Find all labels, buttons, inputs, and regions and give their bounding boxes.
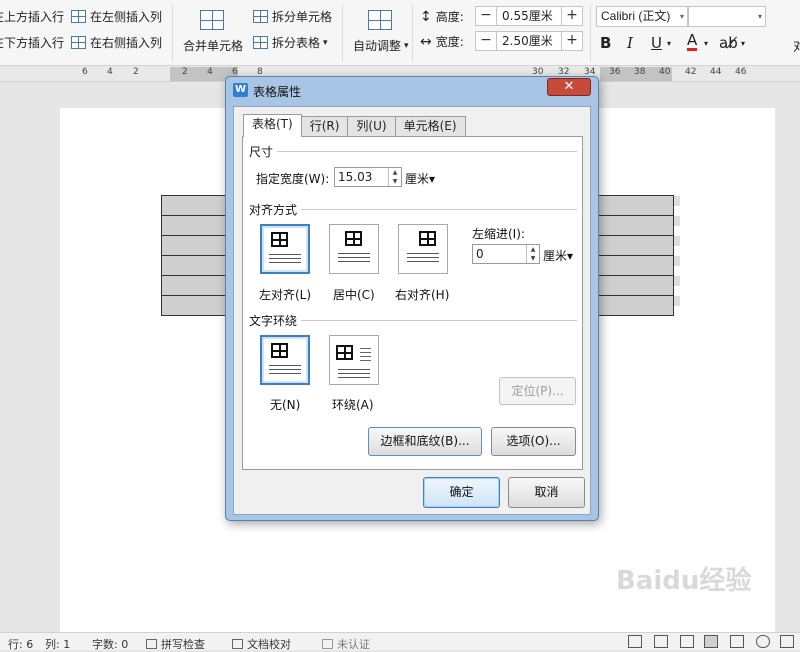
position-button[interactable]: 定位(P)...	[499, 377, 576, 405]
width-label: 指定宽度(W):	[256, 172, 330, 186]
row-height-stepper[interactable]: − 0.55厘米 +	[475, 6, 583, 26]
close-button[interactable]: ✕	[547, 78, 591, 96]
dialog-title: 表格属性	[253, 85, 302, 99]
merge-cells-icon	[200, 10, 224, 30]
dialog-titlebar[interactable]: W 表格属性 ✕	[226, 77, 598, 103]
tab-column[interactable]: 列(U)	[347, 116, 396, 137]
row-end-markers	[674, 196, 680, 306]
align-left-option[interactable]	[260, 224, 310, 274]
align-left-label: 左对齐(L)	[259, 288, 312, 302]
align-center-label: 居中(C)	[333, 288, 375, 302]
row-height-value[interactable]: 0.55厘米	[496, 7, 562, 25]
insert-col-left-button[interactable]: 在左侧插入列	[71, 8, 162, 25]
table-width-input[interactable]: 15.03 ▲ ▼	[334, 167, 402, 187]
pen-icon[interactable]	[680, 635, 694, 648]
font-color-button[interactable]: A	[687, 33, 698, 51]
watermark-logo: Baidu经验	[616, 566, 752, 596]
decrease-width-button[interactable]: −	[476, 32, 496, 50]
width-unit-select[interactable]: 厘米▾	[405, 170, 435, 187]
indent-spin-arrows[interactable]: ▲ ▼	[526, 245, 539, 263]
wrap-none-option[interactable]	[260, 335, 310, 385]
outline-view-icon[interactable]	[730, 635, 744, 648]
row-height-label: ↕ 高度:	[420, 8, 464, 25]
ok-button[interactable]: 确定	[423, 477, 500, 508]
web-view-icon[interactable]	[756, 635, 770, 648]
insert-col-right-button[interactable]: 在右侧插入列	[71, 34, 162, 51]
increase-width-button[interactable]: +	[562, 32, 582, 50]
tab-table[interactable]: 表格(T)	[243, 114, 302, 137]
ribbon-divider	[172, 4, 173, 62]
tab-bar: 表格(T) 行(R) 列(U) 单元格(E)	[243, 114, 466, 137]
decrease-height-button[interactable]: −	[476, 7, 496, 25]
cancel-button[interactable]: 取消	[508, 477, 585, 508]
insert-row-below-button[interactable]: 在下方插入行	[0, 34, 64, 51]
tab-row[interactable]: 行(R)	[300, 116, 349, 137]
shield-icon	[322, 639, 333, 649]
status-bar: 行: 6 列: 1 字数: 0 拼写检查 文档校对 未认证	[0, 632, 800, 651]
wrap-around-option[interactable]	[329, 335, 379, 385]
proofread-icon	[232, 639, 243, 649]
col-width-label: ↔ 宽度:	[420, 33, 464, 50]
insert-col-right-icon	[71, 36, 86, 49]
align-right-label: 右对齐(H)	[395, 288, 450, 302]
left-indent-input[interactable]: 0 ▲ ▼	[472, 244, 540, 264]
wps-app-icon: W	[233, 83, 248, 97]
split-table-icon	[253, 36, 268, 49]
italic-button[interactable]: I	[627, 34, 633, 52]
split-table-button[interactable]: 拆分表格 ▾	[253, 34, 328, 51]
col-width-value[interactable]: 2.50厘米	[496, 32, 562, 50]
indent-label: 左缩进(I):	[472, 227, 525, 241]
ribbon-toolbar: 在上方插入行 在下方插入行 在左侧插入列 在右侧插入列 合并单元格 拆分单元格 …	[0, 0, 800, 66]
fullscreen-icon[interactable]	[628, 635, 642, 648]
align-center-option[interactable]	[329, 224, 379, 274]
split-cells-icon	[253, 10, 268, 23]
auto-fit-icon	[368, 10, 392, 30]
page-view-icon[interactable]	[704, 635, 718, 648]
insert-col-left-icon	[71, 10, 86, 23]
reading-view-icon[interactable]	[654, 635, 668, 648]
underline-button[interactable]: U	[651, 34, 662, 52]
ribbon-divider	[590, 4, 591, 62]
text-wrap-group-label: 文字环绕	[249, 312, 302, 329]
options-button[interactable]: 选项(O)...	[491, 427, 576, 456]
table-properties-dialog: W 表格属性 ✕ 表格(T) 行(R) 列(U) 单元格(E) 尺寸 指定宽度(…	[225, 76, 599, 521]
bold-button[interactable]: B	[600, 34, 611, 52]
size-group-label: 尺寸	[249, 143, 278, 160]
ribbon-divider	[342, 4, 343, 62]
underline-dropdown-icon[interactable]: ▾	[667, 39, 671, 48]
width-spin-arrows[interactable]: ▲ ▼	[388, 168, 401, 186]
align-right-option[interactable]	[398, 224, 448, 274]
font-size-select[interactable]: ▾	[688, 6, 766, 27]
ribbon-divider	[412, 4, 413, 62]
wrap-around-label: 环绕(A)	[332, 398, 374, 412]
alignment-group-label: 对齐方式	[249, 201, 302, 218]
borders-shading-button[interactable]: 边框和底纹(B)...	[368, 427, 482, 456]
more-button[interactable]: 对	[793, 36, 800, 55]
col-width-stepper[interactable]: − 2.50厘米 +	[475, 31, 583, 51]
settings-icon[interactable]	[780, 635, 794, 648]
tab-cell[interactable]: 单元格(E)	[394, 116, 466, 137]
wrap-none-label: 无(N)	[270, 398, 301, 412]
tab-panel-table: 尺寸 指定宽度(W): 15.03 ▲ ▼ 厘米▾ 对齐方式 左对齐(L) 居中…	[242, 136, 583, 470]
char-shading-icon[interactable]: ab̸	[719, 34, 738, 52]
split-cells-button[interactable]: 拆分单元格	[253, 8, 332, 25]
spell-check-icon	[146, 639, 157, 649]
increase-height-button[interactable]: +	[562, 7, 582, 25]
indent-unit-select[interactable]: 厘米▾	[543, 247, 573, 264]
font-color-dropdown-icon[interactable]: ▾	[704, 39, 708, 48]
dialog-body: 表格(T) 行(R) 列(U) 单元格(E) 尺寸 指定宽度(W): 15.03…	[233, 106, 591, 515]
insert-row-above-button[interactable]: 在上方插入行	[0, 8, 64, 25]
font-name-select[interactable]: Calibri (正文) ▾	[596, 6, 688, 27]
char-shading-dropdown-icon[interactable]: ▾	[741, 39, 745, 48]
